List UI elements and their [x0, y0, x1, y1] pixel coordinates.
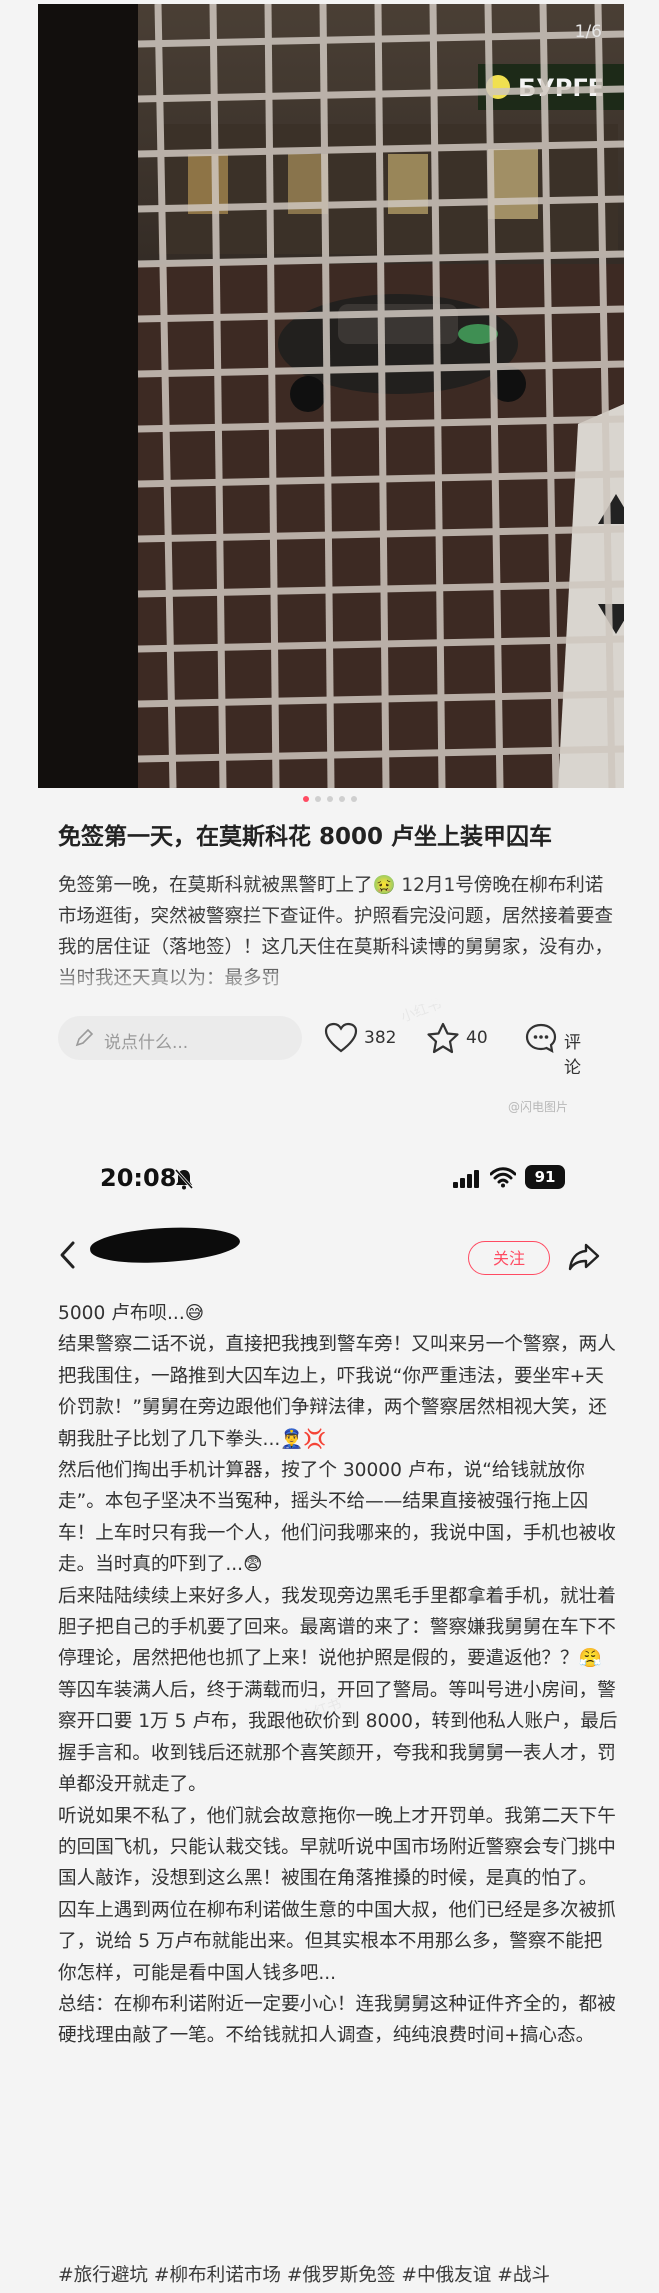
pagination-dot[interactable]: [338, 796, 345, 802]
source-watermark: @闪电图片: [508, 1100, 569, 1114]
post-body-full: 5000 卢布呗...😅 结果警察二话不说，直接把我拽到警车旁！又叫来另一个警察…: [58, 1298, 618, 2052]
speech-bubble-icon: [525, 1023, 557, 1054]
post-paragraph: 囚车上遇到两位在柳布利诺做生意的中国大叔，他们已经是多次被抓了，说给 5 万卢布…: [58, 1899, 616, 1984]
post-paragraph: 总结：在柳布利诺附近一定要小心！连我舅舅这种证件齐全的，都被硬找理由敲了一笔。不…: [58, 1993, 616, 2047]
night-street-photo: БУРГЕ: [38, 4, 624, 788]
post-paragraph: 等囚车装满人后，终于满载而归，开回了警局。等叫号进小房间，警察开口要 1万 5 …: [58, 1679, 618, 1796]
author-avatar-redacted[interactable]: [88, 1222, 242, 1268]
post-paragraph: 5000 卢布呗...😅: [58, 1303, 205, 1324]
star-icon: [427, 1022, 459, 1054]
comment-placeholder: 说点什么...: [104, 1033, 189, 1053]
pagination-dot[interactable]: [302, 796, 309, 802]
cellular-signal-icon: [453, 1170, 479, 1188]
post-paragraph: 然后他们掏出手机计算器，按了个 30000 卢布，说“给钱就放你走”。本包子坚决…: [58, 1460, 616, 1576]
pagination-dot[interactable]: [314, 796, 321, 802]
text-fade: [40, 960, 640, 1004]
photo-pagination-dots[interactable]: [0, 796, 659, 806]
post-paragraph: 结果警察二话不说，直接把我拽到警车旁！又叫来另一个警察，两人把我围住，一路推到大…: [58, 1334, 616, 1450]
post-paragraph: 听说如果不私了，他们就会故意拖你一晚上才开罚单。我第二天下午的回国飞机，只能认栽…: [58, 1805, 616, 1890]
status-bar-time: 20:08: [100, 1164, 177, 1192]
pagination-dot[interactable]: [350, 796, 357, 802]
like-count: 382: [364, 1028, 397, 1048]
photo-counter: 1/6: [574, 22, 602, 42]
comment-input[interactable]: 说点什么...: [58, 1016, 302, 1060]
post-photo[interactable]: БУРГЕ 1/6: [38, 4, 624, 788]
comment-label: 评论: [564, 1033, 581, 1078]
post-paragraph: 后来陆陆续续上来好多人，我发现旁边黑毛手里都拿着手机，就壮着胆子把自己的手机要了…: [58, 1585, 616, 1670]
battery-indicator: 91: [525, 1165, 565, 1189]
bell-off-icon: [174, 1169, 194, 1190]
pagination-dot[interactable]: [326, 796, 333, 802]
share-icon[interactable]: [568, 1242, 600, 1272]
hashtag-list[interactable]: #旅行避坑 #柳布利诺市场 #俄罗斯免签 #中俄友谊 #战斗: [58, 2260, 658, 2287]
favorite-count: 40: [466, 1028, 488, 1048]
back-arrow-icon[interactable]: [58, 1240, 78, 1270]
follow-button[interactable]: 关注: [468, 1241, 550, 1275]
pen-icon: [75, 1028, 94, 1047]
wifi-icon: [490, 1167, 516, 1188]
heart-icon: [324, 1022, 358, 1053]
post-title: 免签第一天，在莫斯科花 8000 卢坐上装甲囚车: [58, 824, 553, 850]
